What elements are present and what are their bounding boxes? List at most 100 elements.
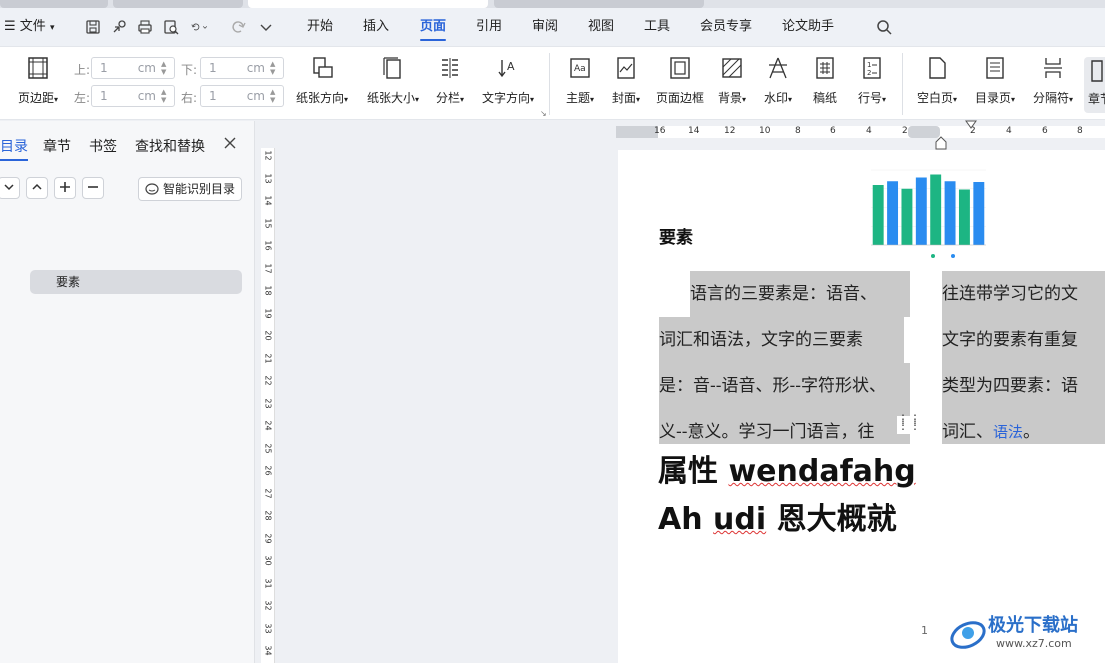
background-button[interactable]: 背景▾ (714, 55, 750, 106)
move-up-button[interactable] (26, 177, 48, 199)
column-1-line[interactable]: 词汇和语法，文字的三要素 (659, 317, 863, 363)
paper-size-button[interactable]: 纸张大小▾ (362, 55, 424, 106)
nav-tab-toc[interactable]: 目录 (0, 136, 28, 161)
tab-paper-assistant[interactable]: 论文助手 (782, 17, 834, 37)
separator-button[interactable]: 分隔符▾ (1028, 55, 1078, 106)
spelling-error-word: udi (713, 502, 767, 537)
toc-page-button[interactable]: 目录页▾ (970, 55, 1020, 106)
tab-references[interactable]: 引用 (476, 17, 502, 37)
export-icon[interactable] (110, 18, 128, 36)
ruler-tick-label: 14 (688, 126, 700, 136)
page-border-button[interactable]: 页面边框 (654, 55, 706, 106)
column-2-line[interactable]: 往连带学习它的文 (942, 271, 1105, 317)
text-direction-button[interactable]: A 文字方向▾ (478, 55, 538, 106)
document-page[interactable]: 要素 语言的三要素是：语音、 词汇和语法，文字的三要素 是：音--语音、形--字… (618, 150, 1105, 663)
embedded-bar-chart[interactable] (851, 163, 1001, 263)
tab-member[interactable]: 会员专享 (700, 17, 752, 37)
ruler-tick-label: 6 (830, 126, 836, 136)
doc-tab-active[interactable] (248, 0, 488, 8)
margin-bottom-input[interactable]: 1 cm ▲ ▼ (200, 57, 284, 79)
svg-text:A: A (507, 60, 515, 73)
chart-bar (915, 177, 927, 245)
spinner-arrows-icon[interactable]: ▲ ▼ (161, 88, 170, 104)
add-heading-button[interactable] (54, 177, 76, 199)
ruler-tick-label: 4 (866, 126, 872, 136)
margin-right-input[interactable]: 1 cm ▲ ▼ (200, 85, 284, 107)
watermark-icon (769, 57, 787, 79)
undo-icon[interactable] (190, 18, 220, 36)
column-2-line[interactable]: 词汇、语法。 (942, 409, 1040, 455)
doc-tab[interactable] (0, 0, 108, 8)
chart-bar (872, 185, 884, 245)
drag-handle-icon[interactable]: ⋮⋮ ⋮⋮ (897, 413, 921, 434)
nav-tab-find-replace[interactable]: 查找和替换 (135, 136, 205, 156)
ruler-tick-label: 18 (263, 285, 273, 296)
tab-tools[interactable]: 工具 (644, 17, 670, 37)
cover-button[interactable]: 封面▾ (608, 55, 644, 106)
ruler-tick-label: 19 (263, 307, 273, 319)
print-icon[interactable] (136, 18, 154, 36)
remove-heading-button[interactable] (82, 177, 104, 199)
column-2-line[interactable]: 文字的要素有重复 (942, 317, 1105, 363)
chart-legend-marker (931, 254, 935, 258)
ruler-tick-label: 12 (724, 126, 736, 136)
ruler-tick-label: 20 (263, 330, 273, 341)
dialog-launcher-icon[interactable]: ↘ (540, 109, 547, 118)
theme-button[interactable]: Aa 主题▾ (562, 55, 598, 106)
file-menu[interactable]: ☰ 文件 ▾ (4, 17, 54, 37)
line-number-button[interactable]: 12 行号▾ (852, 55, 892, 106)
margins-button[interactable]: 页边距▾ (12, 55, 64, 106)
toc-item[interactable]: 要素 (30, 270, 242, 294)
tab-insert[interactable]: 插入 (363, 17, 389, 37)
tab-page[interactable]: 页面 (420, 17, 447, 41)
chapter-button[interactable]: 章节 (1084, 57, 1105, 113)
doc-tab[interactable] (113, 0, 243, 8)
print-preview-icon[interactable] (162, 18, 180, 36)
ruler-tick-label: 15 (263, 217, 273, 229)
tab-review[interactable]: 审阅 (532, 17, 558, 37)
hanging-indent-icon[interactable] (934, 136, 948, 150)
ruler-tick-label: 29 (263, 532, 273, 544)
chart-bar (887, 181, 899, 245)
tab-home[interactable]: 开始 (307, 17, 333, 37)
orientation-button[interactable]: 纸张方向▾ (291, 55, 353, 106)
manuscript-button[interactable]: 稿纸 (808, 55, 842, 106)
ruler-tick-label: 21 (263, 352, 273, 364)
margin-top-input[interactable]: 1 cm ▲ ▼ (91, 57, 175, 79)
column-2-line[interactable]: 类型为四要素：语 (942, 363, 1105, 409)
columns-button[interactable]: 分栏▾ (432, 55, 468, 106)
chart-bar (973, 182, 985, 245)
ruler-tick-label: 25 (263, 442, 273, 454)
redo-icon[interactable] (230, 18, 248, 36)
watermark-button[interactable]: 水印▾ (760, 55, 796, 106)
spinner-arrows-icon[interactable]: ▲ ▼ (270, 88, 279, 104)
svg-text:2: 2 (867, 69, 871, 77)
doc-tab[interactable] (494, 0, 704, 8)
margin-left-input[interactable]: 1 cm ▲ ▼ (91, 85, 175, 107)
column-1-line[interactable]: 语言的三要素是：语音、 (690, 271, 877, 317)
blank-page-button[interactable]: 空白页▾ (912, 55, 962, 106)
big-text-line[interactable]: Ah udi 恩大概就 (658, 494, 897, 538)
collapse-down-button[interactable] (0, 177, 20, 199)
section-heading: 要素 (659, 228, 693, 248)
spinner-arrows-icon[interactable]: ▲ ▼ (161, 60, 170, 76)
ruler-tick-label: 8 (795, 126, 801, 136)
close-icon[interactable] (222, 135, 238, 151)
smart-toc-button[interactable]: 智能识别目录 (138, 177, 242, 201)
minus-icon (88, 186, 98, 188)
save-icon[interactable] (84, 18, 102, 36)
hyperlink[interactable]: 语法 (993, 423, 1023, 441)
chevron-up-icon (32, 183, 42, 190)
first-line-indent-icon[interactable] (964, 120, 978, 130)
ruler-tick-label: 24 (263, 420, 273, 431)
ruler-tick-label: 12 (263, 150, 273, 161)
more-chevron-icon[interactable] (257, 18, 275, 36)
big-text-line[interactable]: 属性 wendafahg (658, 446, 916, 490)
tab-view[interactable]: 视图 (588, 17, 614, 37)
nav-tab-chapters[interactable]: 章节 (43, 136, 71, 156)
nav-tab-bookmarks[interactable]: 书签 (89, 136, 117, 156)
spinner-arrows-icon[interactable]: ▲ ▼ (270, 60, 279, 76)
search-icon[interactable] (875, 18, 893, 36)
column-1-line[interactable]: 是：音--语音、形--字符形状、 (659, 363, 886, 409)
site-watermark: 极光下载站 www.xz7.com (948, 611, 1098, 655)
